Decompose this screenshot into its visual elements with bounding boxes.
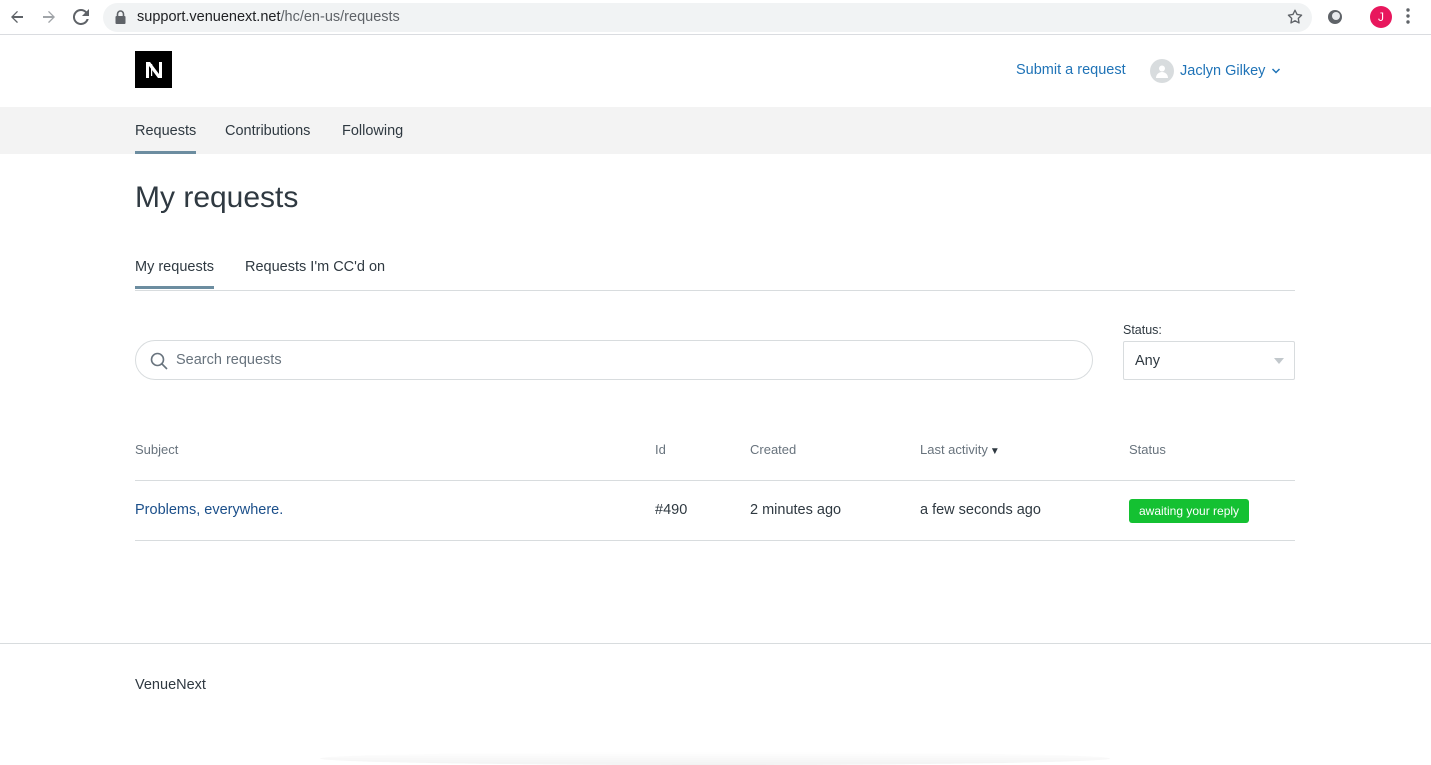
dropdown-caret-icon <box>1274 358 1284 364</box>
extension-icon[interactable] <box>1326 8 1344 31</box>
search-icon <box>150 352 168 375</box>
subnav-item-requests[interactable]: Requests <box>135 123 197 154</box>
footer-brand: VenueNext <box>135 677 206 693</box>
column-header-last-activity[interactable]: Last activity ▼ <box>920 442 1000 457</box>
tab-cc-requests[interactable]: Requests I'm CC'd on <box>245 259 385 275</box>
column-header-subject: Subject <box>135 442 179 457</box>
reload-icon[interactable] <box>70 6 92 28</box>
back-icon[interactable] <box>6 6 28 28</box>
browser-menu-icon[interactable] <box>1406 8 1410 29</box>
user-menu[interactable]: Jaclyn Gilkey <box>1150 59 1281 83</box>
column-header-status: Status <box>1129 442 1166 457</box>
status-filter-select[interactable]: Any <box>1123 341 1295 380</box>
tabs-divider <box>135 290 1295 291</box>
status-filter-value: Any <box>1135 353 1160 369</box>
user-name: Jaclyn Gilkey <box>1180 63 1266 79</box>
browser-toolbar: support.venuenext.net/hc/en-us/requests … <box>0 0 1431 35</box>
subnav-item-contributions[interactable]: Contributions <box>225 123 310 139</box>
column-header-id: Id <box>655 442 666 457</box>
page-title: My requests <box>135 181 299 214</box>
logo-n-icon <box>145 61 162 78</box>
profile-initial: J <box>1378 10 1384 24</box>
submit-request-link[interactable]: Submit a request <box>1016 62 1126 78</box>
bottom-shadow <box>320 752 1110 765</box>
url-text: support.venuenext.net/hc/en-us/requests <box>137 9 400 25</box>
profile-avatar[interactable]: J <box>1370 6 1392 28</box>
url-path: /hc/en-us/requests <box>280 9 400 25</box>
search-box[interactable] <box>135 340 1093 380</box>
bookmark-star-icon[interactable] <box>1286 8 1304 31</box>
request-id: #490 <box>655 502 688 518</box>
search-input[interactable] <box>176 349 1056 371</box>
user-avatar-icon <box>1150 59 1174 83</box>
sort-desc-icon: ▼ <box>989 446 1000 457</box>
tab-my-requests[interactable]: My requests <box>135 259 214 289</box>
forward-icon[interactable] <box>38 6 60 28</box>
lock-icon <box>115 10 126 29</box>
url-host: support.venuenext.net <box>137 9 281 25</box>
column-header-last-activity-label: Last activity <box>920 442 988 457</box>
profile-subnav: Requests Contributions Following <box>0 107 1431 154</box>
chevron-down-icon <box>1271 62 1281 80</box>
column-header-created: Created <box>750 442 797 457</box>
request-created: 2 minutes ago <box>750 502 842 518</box>
address-bar[interactable]: support.venuenext.net/hc/en-us/requests <box>103 3 1312 32</box>
request-subject-link[interactable]: Problems, everywhere. <box>135 502 283 518</box>
site-logo[interactable] <box>135 51 172 88</box>
table-row-divider <box>135 540 1295 541</box>
status-filter-label: Status: <box>1123 323 1162 337</box>
footer-divider <box>0 643 1431 644</box>
status-badge: awaiting your reply <box>1129 499 1250 523</box>
request-last-activity: a few seconds ago <box>920 502 1041 518</box>
subnav-item-following[interactable]: Following <box>342 123 403 139</box>
table-header-divider <box>135 480 1295 481</box>
